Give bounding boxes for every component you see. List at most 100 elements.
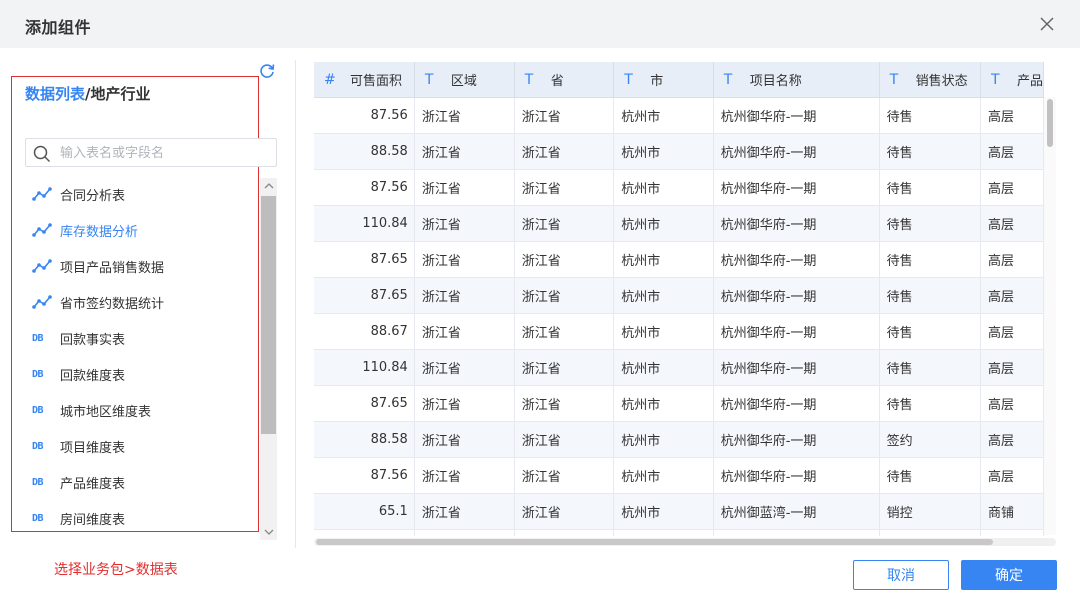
db-icon: DB [32, 402, 56, 418]
tree-item[interactable]: DB 房间维度表 [28, 500, 256, 536]
table-cell: 待售 [879, 313, 981, 350]
table-cell: 杭州御华府-一期 [713, 205, 880, 242]
table-cell: 杭州市 [613, 97, 714, 134]
table-row: 110.84 浙江省 浙江省 杭州市 杭州御华府-一期 待售 高层 [314, 205, 1044, 242]
table-cell: 浙江省 [514, 97, 615, 134]
table-cell: 浙江省 [514, 457, 615, 494]
analysis-icon [32, 222, 56, 238]
table-row: 110.84 浙江省 浙江省 杭州市 杭州御华府-一期 待售 高层 [314, 349, 1044, 386]
table-cell: 浙江省 [514, 133, 615, 170]
table-cell: 签约 [879, 421, 981, 458]
table-row [314, 529, 1044, 536]
column-header[interactable]: T 项目名称 [713, 62, 880, 98]
table-cell: 销控 [879, 493, 981, 530]
close-icon[interactable] [1036, 13, 1058, 35]
tree-item[interactable]: 合同分析表 [28, 176, 256, 212]
column-header[interactable]: T 销售状态 [879, 62, 981, 98]
tree-scroll-thumb[interactable] [261, 196, 276, 434]
column-header-label: 市 [650, 74, 664, 89]
tree-item-label: 房间维度表 [60, 512, 126, 528]
table-cell: 待售 [879, 133, 981, 170]
search-box [25, 138, 277, 167]
text-type-icon: T [524, 71, 534, 88]
table-cell: 杭州御华府-一期 [713, 97, 880, 134]
table-cell: 87.65 [314, 241, 415, 278]
refresh-icon[interactable] [258, 62, 276, 80]
tree-item-label: 合同分析表 [60, 188, 126, 204]
table-cell: 杭州御华府-一期 [713, 313, 880, 350]
table-cell: 浙江省 [414, 313, 515, 350]
tree-item[interactable]: DB 产品维度表 [28, 464, 256, 500]
column-header[interactable]: T省 [514, 62, 615, 98]
table-row: 88.58 浙江省 浙江省 杭州市 杭州御华府-一期 待售 高层 [314, 133, 1044, 170]
column-header-label: 可售面积 [350, 74, 403, 89]
confirm-button[interactable]: 确定 [961, 560, 1057, 590]
column-header[interactable]: T 产品 [980, 62, 1044, 98]
column-header-label: 区域 [450, 74, 477, 89]
db-icon-text: DB [32, 512, 44, 524]
table-cell: 杭州御华府-一期 [713, 277, 880, 314]
table-cell: 87.56 [314, 97, 415, 134]
table-row: 87.56 浙江省 浙江省 杭州市 杭州御华府-一期 待售 高层 [314, 169, 1044, 206]
db-icon: DB [32, 474, 56, 490]
scroll-down-icon[interactable] [260, 524, 277, 540]
tree-item[interactable]: 项目产品销售数据 [28, 248, 256, 284]
search-input[interactable] [60, 143, 270, 163]
tree-item-label: 产品维度表 [60, 476, 126, 492]
column-header[interactable]: # 可售面积 [314, 62, 415, 98]
tree-item[interactable]: 省市签约数据统计 [28, 284, 256, 320]
breadcrumb-root[interactable]: 数据列表 [25, 85, 85, 103]
tree-scrollbar[interactable] [260, 178, 277, 540]
table-cell: 88.58 [314, 133, 415, 170]
analysis-icon [32, 258, 56, 274]
scroll-up-icon[interactable] [260, 178, 277, 194]
tree-item[interactable]: DB 项目维度表 [28, 428, 256, 464]
tree-item[interactable]: DB 城市地区维度表 [28, 392, 256, 428]
add-component-dialog: 添加组件 数据列表/地产行业 合同分析表库存数据分析项目产品销售数据省市签约数据… [0, 0, 1080, 600]
breadcrumb: 数据列表/地产行业 [25, 83, 151, 104]
table-cell: 杭州市 [613, 205, 714, 242]
db-icon-text: DB [32, 404, 44, 416]
table-cell [879, 529, 981, 536]
tree-item[interactable]: DB 回款维度表 [28, 356, 256, 392]
table-horizontal-scrollbar[interactable] [314, 538, 1056, 546]
cancel-button[interactable]: 取消 [853, 560, 949, 590]
table-cell: 待售 [879, 349, 981, 386]
table-vscroll-thumb[interactable] [1047, 99, 1053, 147]
table-cell: 高层 [980, 457, 1044, 494]
tree-item-label: 回款维度表 [60, 368, 126, 384]
tree-item[interactable]: DB 回款事实表 [28, 320, 256, 356]
table-cell: 杭州御华府-一期 [713, 421, 880, 458]
table-cell [713, 529, 880, 536]
table-cell: 待售 [879, 241, 981, 278]
table-cell: 待售 [879, 277, 981, 314]
table-vertical-scrollbar[interactable] [1044, 97, 1056, 535]
db-icon-text: DB [32, 476, 44, 488]
column-header[interactable]: T 区域 [414, 62, 515, 98]
column-header[interactable]: T市 [613, 62, 714, 98]
table-cell: 浙江省 [514, 277, 615, 314]
table-cell: 浙江省 [414, 205, 515, 242]
db-icon: DB [32, 438, 56, 454]
table-cell: 杭州御华府-一期 [713, 241, 880, 278]
table-cell: 浙江省 [414, 133, 515, 170]
table-row: 87.56 浙江省 浙江省 杭州市 杭州御华府-一期 待售 高层 [314, 457, 1044, 494]
table-cell: 高层 [980, 133, 1044, 170]
table-cell [514, 529, 615, 536]
table-cell [314, 529, 415, 536]
table-cell: 浙江省 [514, 241, 615, 278]
table-cell: 杭州市 [613, 457, 714, 494]
column-header-label: 销售状态 [915, 74, 968, 89]
tree-item[interactable]: 库存数据分析 [28, 212, 256, 248]
table-cell: 杭州市 [613, 493, 714, 530]
analysis-icon [32, 294, 56, 310]
db-icon-text: DB [32, 368, 44, 380]
table-row: 87.56 浙江省 浙江省 杭州市 杭州御华府-一期 待售 高层 [314, 97, 1044, 134]
table-cell: 商铺 [980, 493, 1044, 530]
table-hscroll-thumb[interactable] [316, 539, 993, 545]
table-cell: 高层 [980, 241, 1044, 278]
db-icon: DB [32, 366, 56, 382]
db-icon: DB [32, 330, 56, 346]
tree-item-label: 库存数据分析 [60, 224, 139, 240]
table-cell: 高层 [980, 277, 1044, 314]
